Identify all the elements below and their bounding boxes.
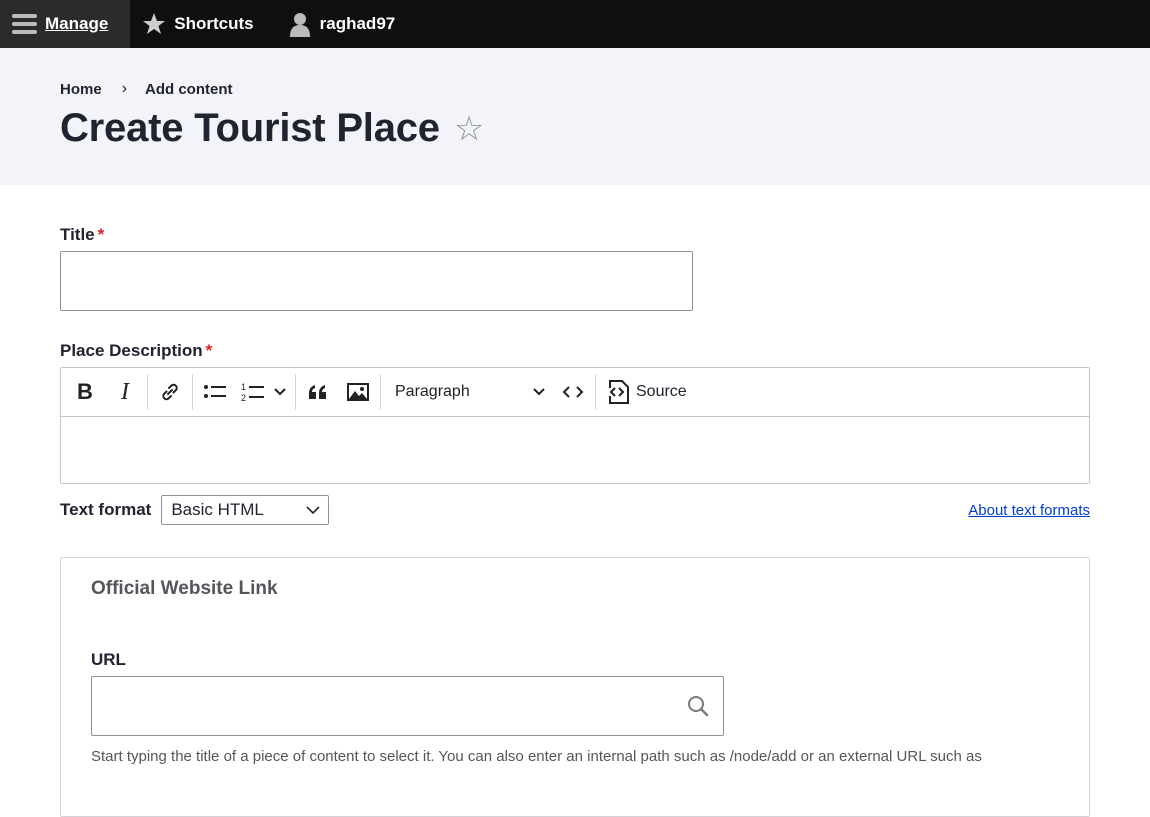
italic-button[interactable]: I bbox=[105, 372, 145, 412]
manage-tab[interactable]: Manage bbox=[0, 0, 131, 48]
search-icon bbox=[688, 696, 709, 717]
shortcuts-tab[interactable]: Shortcuts bbox=[130, 0, 271, 48]
link-button[interactable] bbox=[150, 372, 190, 412]
insert-image-button[interactable] bbox=[338, 372, 378, 412]
node-form: Title * Place Description * B I 1 2 Para… bbox=[0, 185, 1150, 817]
title-input[interactable] bbox=[60, 251, 693, 311]
required-marker: * bbox=[205, 341, 213, 360]
toolbar-separator bbox=[192, 374, 193, 410]
toolbar-separator bbox=[380, 374, 381, 410]
hamburger-icon bbox=[12, 14, 37, 34]
title-label: Title bbox=[60, 225, 95, 244]
admin-toolbar: Manage Shortcuts raghad97 bbox=[0, 0, 1150, 48]
link-icon bbox=[162, 383, 178, 401]
star-icon bbox=[143, 13, 166, 34]
source-label: Source bbox=[636, 383, 687, 400]
bold-icon: B bbox=[77, 379, 93, 404]
url-input[interactable] bbox=[91, 676, 724, 736]
required-marker: * bbox=[97, 225, 105, 244]
official-website-fieldset: Official Website Link URL Start typing t… bbox=[60, 557, 1090, 817]
quote-icon bbox=[309, 385, 326, 399]
toolbar-separator bbox=[147, 374, 148, 410]
code-icon bbox=[562, 386, 584, 398]
numbered-list-icon: 1 2 bbox=[241, 382, 264, 403]
source-icon bbox=[609, 380, 629, 404]
svg-text:1: 1 bbox=[241, 382, 246, 392]
breadcrumb-add-content-link[interactable]: Add content bbox=[145, 81, 233, 98]
chevron-down-icon bbox=[306, 505, 320, 514]
chevron-down-icon bbox=[274, 388, 286, 396]
add-shortcut-star-icon[interactable]: ☆ bbox=[454, 112, 484, 146]
numbered-list-dropdown[interactable] bbox=[271, 372, 289, 412]
svg-text:2: 2 bbox=[241, 393, 246, 403]
user-icon bbox=[289, 13, 310, 37]
chevron-down-icon bbox=[533, 388, 545, 396]
text-format-label: Text format bbox=[60, 500, 152, 519]
text-format-select[interactable]: Basic HTML bbox=[161, 495, 330, 525]
page-title: Create Tourist Place bbox=[60, 106, 440, 150]
heading-select[interactable]: Paragraph bbox=[383, 383, 553, 401]
bold-button[interactable]: B bbox=[65, 372, 105, 412]
about-text-formats-link[interactable]: About text formats bbox=[968, 502, 1090, 519]
bulleted-list-icon bbox=[204, 385, 226, 398]
description-label-row: Place Description * bbox=[60, 341, 1090, 361]
rich-text-editor: B I 1 2 Paragraph Source bbox=[60, 367, 1090, 484]
manage-label: Manage bbox=[45, 14, 109, 33]
fieldset-legend: Official Website Link bbox=[91, 578, 278, 599]
page-header: Home › Add content Create Tourist Place … bbox=[0, 48, 1150, 185]
bulleted-list-button[interactable] bbox=[195, 372, 235, 412]
user-tab[interactable]: raghad97 bbox=[272, 0, 412, 48]
description-label: Place Description bbox=[60, 341, 203, 360]
breadcrumb: Home › Add content bbox=[60, 80, 1090, 98]
text-format-value: Basic HTML bbox=[171, 500, 264, 519]
italic-icon: I bbox=[121, 378, 129, 405]
toolbar-separator bbox=[595, 374, 596, 410]
url-label: URL bbox=[91, 650, 126, 669]
numbered-list-button[interactable]: 1 2 bbox=[235, 372, 271, 412]
breadcrumb-separator: › bbox=[121, 80, 128, 97]
toolbar-separator bbox=[295, 374, 296, 410]
heading-select-value: Paragraph bbox=[395, 383, 470, 400]
source-button[interactable]: Source bbox=[598, 379, 695, 405]
breadcrumb-home-link[interactable]: Home bbox=[60, 81, 102, 98]
editor-content-area[interactable] bbox=[61, 417, 1089, 483]
editor-toolbar: B I 1 2 Paragraph Source bbox=[61, 368, 1089, 417]
image-icon bbox=[347, 383, 369, 401]
blockquote-button[interactable] bbox=[298, 372, 338, 412]
title-label-row: Title * bbox=[60, 225, 1090, 245]
user-label: raghad97 bbox=[319, 14, 396, 33]
code-button[interactable] bbox=[553, 372, 593, 412]
text-format-row: Text format Basic HTML About text format… bbox=[60, 495, 1090, 525]
shortcuts-label: Shortcuts bbox=[174, 14, 254, 33]
url-description: Start typing the title of a piece of con… bbox=[91, 748, 982, 765]
